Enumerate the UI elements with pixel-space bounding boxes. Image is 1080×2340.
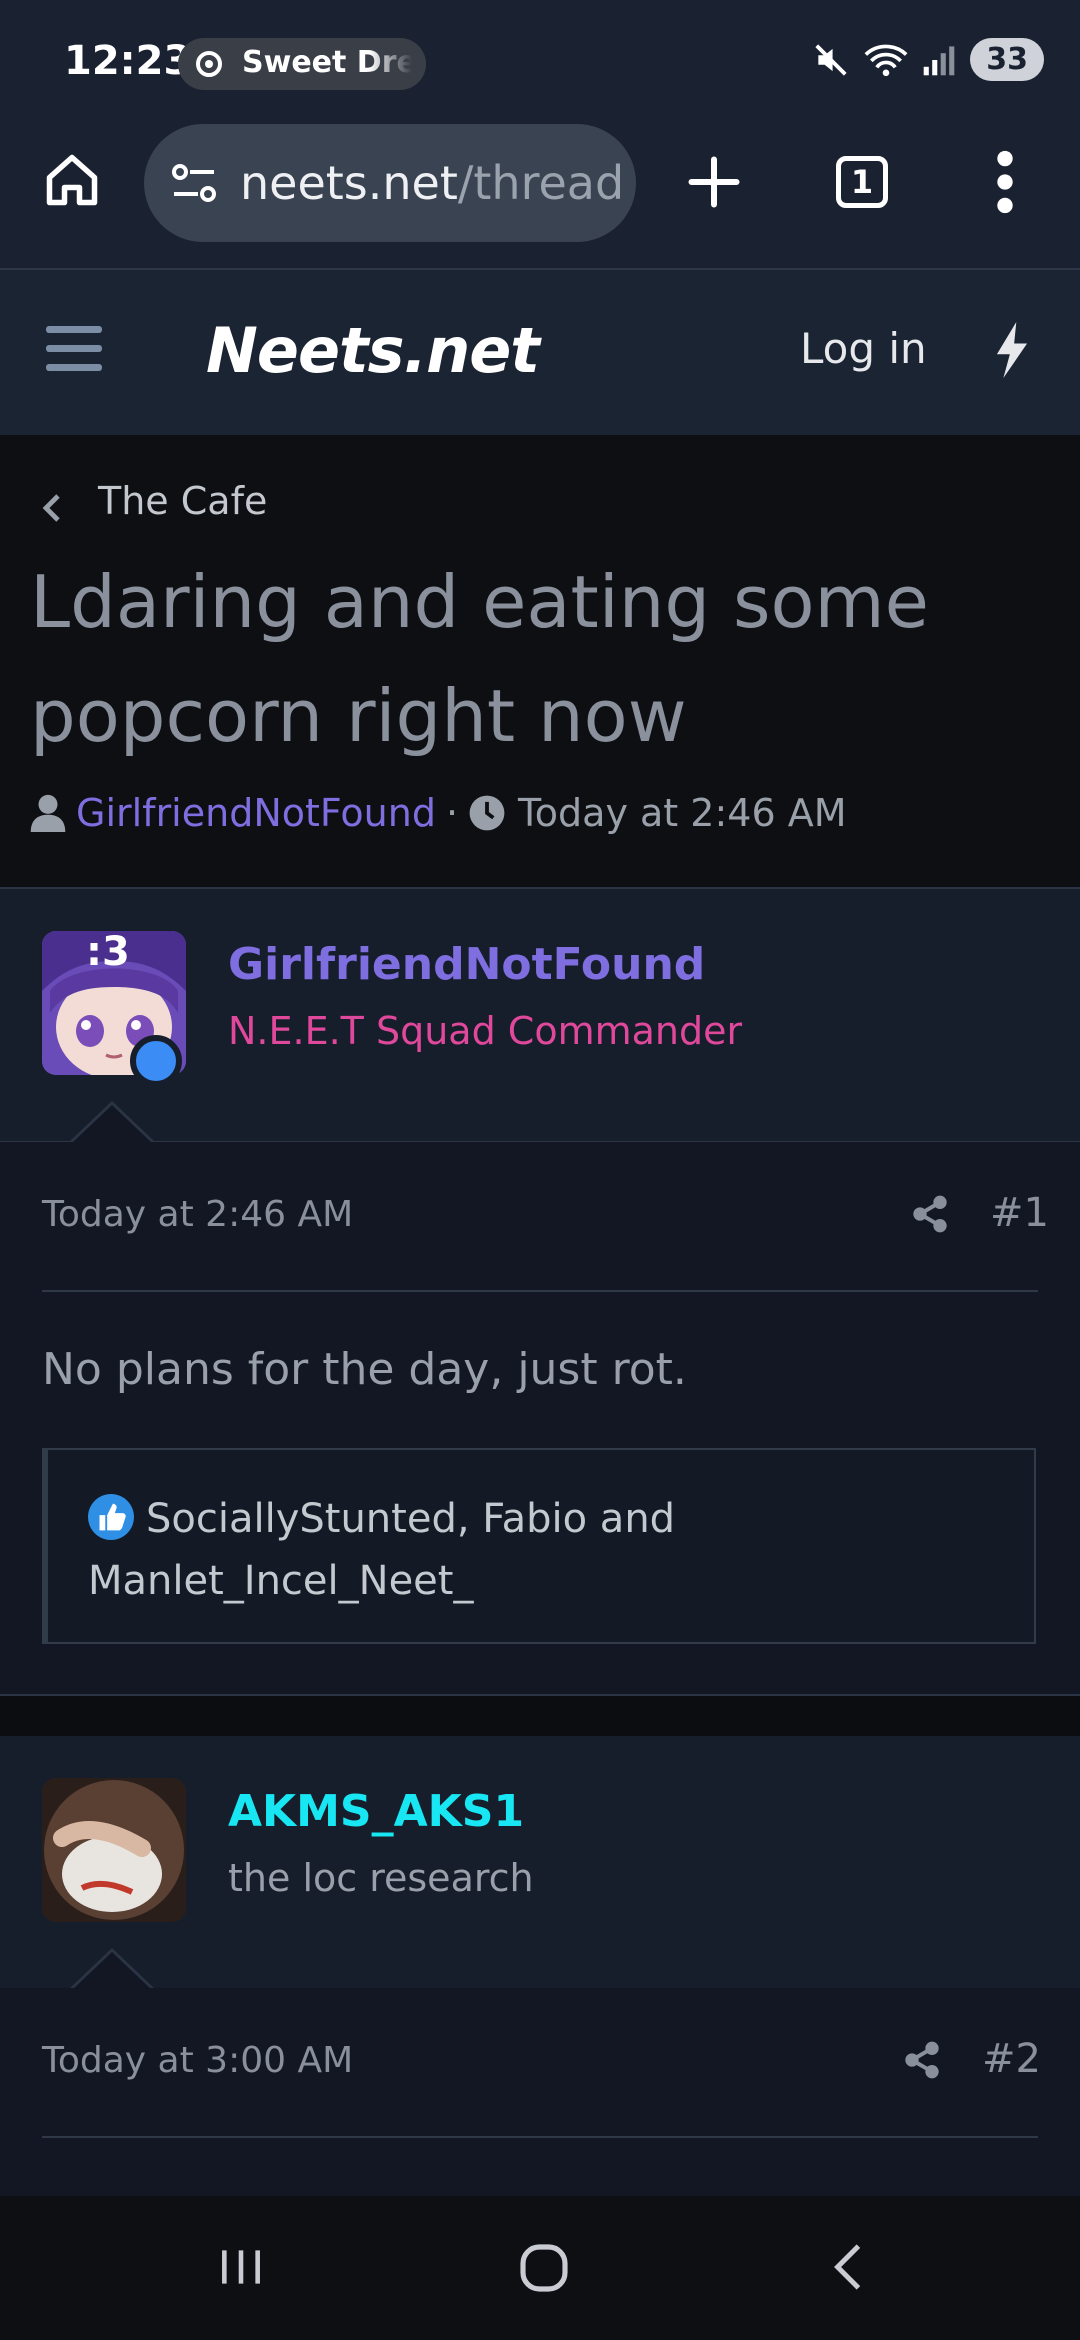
url-path: /threads: [457, 156, 620, 210]
hamburger-icon[interactable]: [46, 326, 102, 374]
post-2-userbar: AKMS_AKS1 the loc research: [0, 1736, 1080, 1990]
thread-meta: GirlfriendNotFound · Today at 2:46 AM: [30, 791, 846, 835]
thread-date[interactable]: Today at 2:46 AM: [518, 791, 846, 835]
thread-header: The Cafe Ldaring and eating some popcorn…: [0, 435, 1080, 889]
chevron-left-icon[interactable]: [42, 491, 62, 525]
status-bar: 12:23 Sweet Dreams 33: [0, 0, 1080, 120]
avatar[interactable]: [42, 1778, 186, 1922]
home-nav-icon[interactable]: [516, 2240, 572, 2296]
bolt-icon[interactable]: [994, 322, 1030, 378]
browser-toolbar: neets.net/threads 1: [0, 120, 1080, 270]
avatar-badge-text: :3: [86, 931, 130, 975]
user-icon: [30, 794, 66, 832]
back-icon[interactable]: [826, 2242, 870, 2292]
login-link[interactable]: Log in: [800, 324, 927, 373]
post-number[interactable]: #1: [990, 1190, 1049, 1236]
tabs-icon[interactable]: 1: [836, 156, 888, 208]
post-divider: [42, 2136, 1038, 2138]
post-divider: [42, 1290, 1038, 1292]
post-1-userbar: :3 GirlfriendNotFound N.E.E.T Squad Comm…: [0, 889, 1080, 1143]
post-username[interactable]: AKMS_AKS1: [228, 1786, 524, 1837]
home-icon[interactable]: [42, 150, 102, 210]
share-icon[interactable]: [902, 2040, 942, 2080]
system-nav-bar: [0, 2196, 1080, 2340]
site-header: Neets.net Log in: [0, 270, 1080, 435]
breadcrumb[interactable]: The Cafe: [98, 479, 267, 523]
meta-separator: ·: [445, 791, 459, 835]
post-time[interactable]: Today at 2:46 AM: [42, 1194, 353, 1235]
wifi-icon: [864, 44, 908, 76]
thread-title: Ldaring and eating some popcorn right no…: [30, 560, 929, 758]
photo-avatar-image: [42, 1778, 186, 1922]
share-icon[interactable]: [910, 1194, 950, 1234]
user-title: the loc research: [228, 1856, 534, 1900]
plus-icon[interactable]: [684, 152, 744, 212]
clock-icon: [469, 795, 505, 831]
battery-indicator: 33: [970, 38, 1044, 81]
post-time[interactable]: Today at 3:00 AM: [42, 2040, 353, 2081]
media-icon: [196, 51, 222, 77]
user-title: N.E.E.T Squad Commander: [228, 1009, 743, 1053]
reactions-list[interactable]: SociallyStunted, Fabio and Manlet_Incel_…: [88, 1488, 968, 1612]
mute-icon: [815, 43, 847, 76]
url-text: neets.net/threads: [240, 156, 620, 210]
post-text: No plans for the day, just rot.: [42, 1344, 687, 1395]
more-vert-icon[interactable]: [990, 150, 1020, 214]
post-username[interactable]: GirlfriendNotFound: [228, 939, 705, 990]
status-icons: 33: [812, 38, 1044, 81]
post-1-body: Today at 2:46 AM #1 No plans for the day…: [0, 1142, 1080, 1694]
recents-icon[interactable]: [216, 2242, 266, 2292]
thread-author[interactable]: GirlfriendNotFound: [76, 791, 436, 835]
media-playing-pill[interactable]: Sweet Dreams: [178, 38, 426, 90]
url-host: neets.net: [240, 156, 458, 210]
site-settings-icon[interactable]: [170, 162, 218, 206]
address-bar[interactable]: neets.net/threads: [144, 124, 636, 242]
post-2-body: Today at 3:00 AM #2: [0, 1988, 1080, 2196]
status-time: 12:23: [64, 38, 192, 84]
post-number[interactable]: #2: [982, 2036, 1041, 2082]
post-separator: [0, 1694, 1080, 1738]
signal-icon: [923, 45, 955, 75]
reactions-bar[interactable]: SociallyStunted, Fabio and Manlet_Incel_…: [42, 1448, 1036, 1644]
online-indicator: [130, 1035, 182, 1087]
media-title: Sweet Dreams: [242, 45, 412, 80]
site-logo[interactable]: Neets.net: [206, 314, 540, 387]
